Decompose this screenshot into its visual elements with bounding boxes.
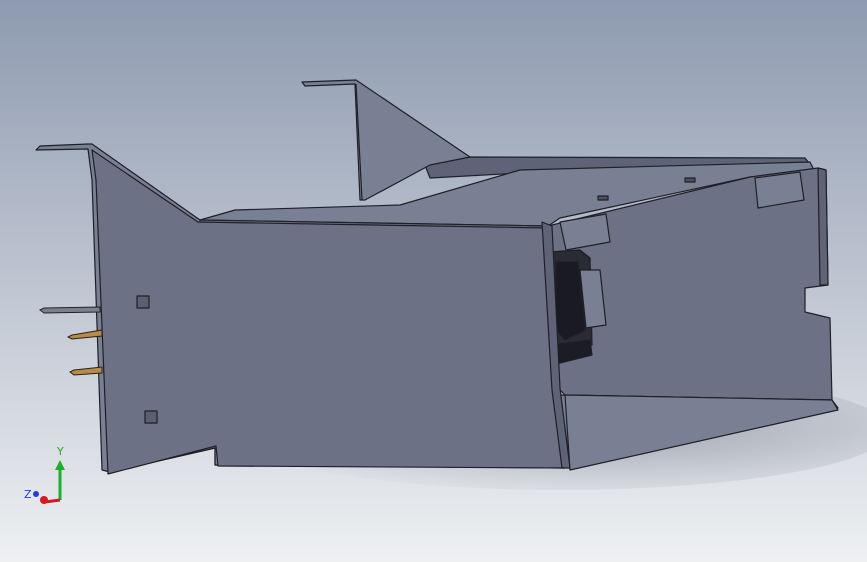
cad-viewport[interactable]: Y Z: [0, 0, 867, 562]
triad-y-label: Y: [56, 445, 64, 458]
model-canvas[interactable]: Y Z: [0, 0, 867, 562]
top-slot-1: [597, 195, 609, 201]
top-slot-2: [684, 177, 696, 183]
triad-z-label: Z: [24, 488, 32, 501]
alignment-hole-top: [136, 295, 150, 309]
alignment-hole-bottom: [144, 410, 158, 424]
box-right-edge: [817, 167, 829, 286]
triad-x-arrowhead: [40, 496, 48, 504]
gray-pin: [39, 306, 101, 314]
triad-z-marker: [33, 491, 39, 497]
